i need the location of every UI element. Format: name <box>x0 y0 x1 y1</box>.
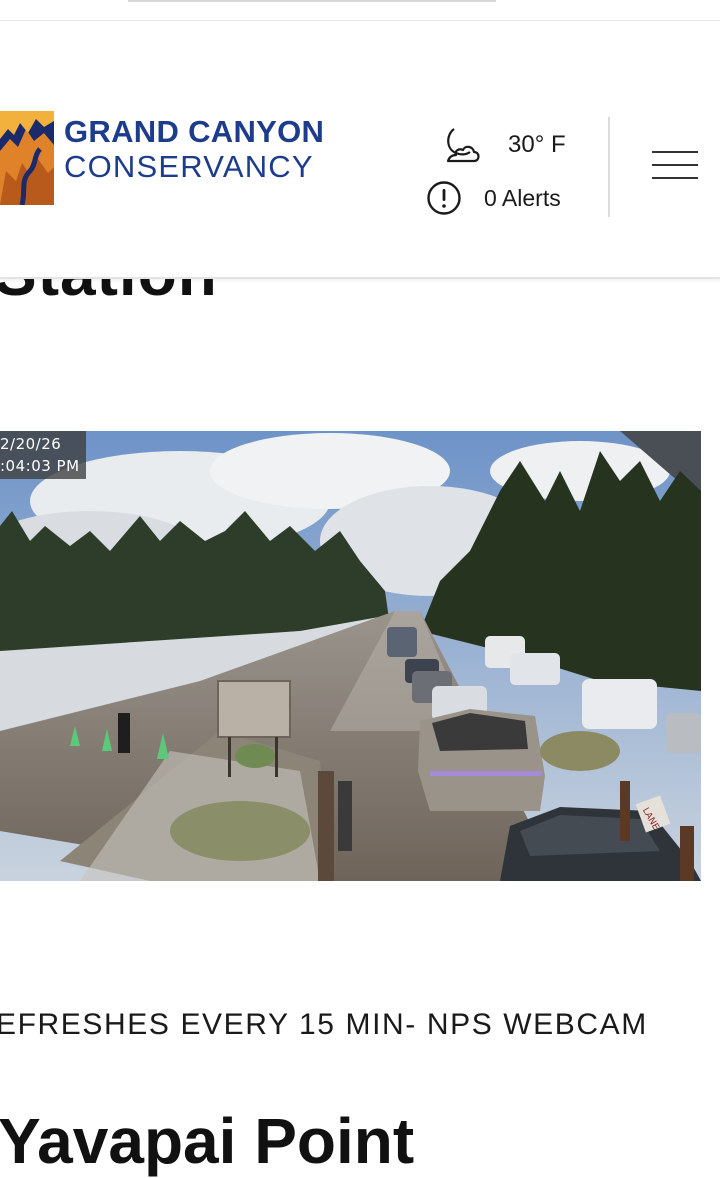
alerts-widget[interactable]: 0 Alerts <box>426 179 561 217</box>
site-header: GRAND CANYON CONSERVANCY 30° F 0 Alerts <box>0 21 720 279</box>
alerts-label: 0 Alerts <box>484 184 561 211</box>
logo-line2: CONSERVANCY <box>64 149 314 184</box>
hamburger-menu-icon[interactable] <box>652 149 700 185</box>
moon-cloud-icon <box>446 128 480 163</box>
site-logo[interactable]: GRAND CANYON CONSERVANCY <box>64 116 324 182</box>
browser-top-strip <box>0 0 720 21</box>
timestamp-time: :04:03 PM <box>0 457 80 475</box>
weather-widget[interactable]: 30° F <box>440 125 566 165</box>
address-bar-edge <box>128 0 496 2</box>
logo-mark-icon[interactable] <box>0 111 54 205</box>
timestamp-date: 2/20/26 <box>0 435 62 453</box>
webcam-scene: LANE <box>0 431 701 881</box>
header-divider <box>608 117 610 217</box>
alert-circle-icon <box>427 181 461 215</box>
next-section-heading: Yavapai Point <box>0 1105 415 1177</box>
webcam-timestamp: 2/20/26 :04:03 PM <box>0 431 86 479</box>
webcam-caption: EFRESHES EVERY 15 MIN- NPS WEBCAM <box>0 1008 648 1041</box>
webcam-image: LANE 2/20/26 :04:03 PM <box>0 431 701 881</box>
logo-line1: GRAND CANYON <box>64 114 325 149</box>
temperature: 30° F <box>508 131 566 158</box>
